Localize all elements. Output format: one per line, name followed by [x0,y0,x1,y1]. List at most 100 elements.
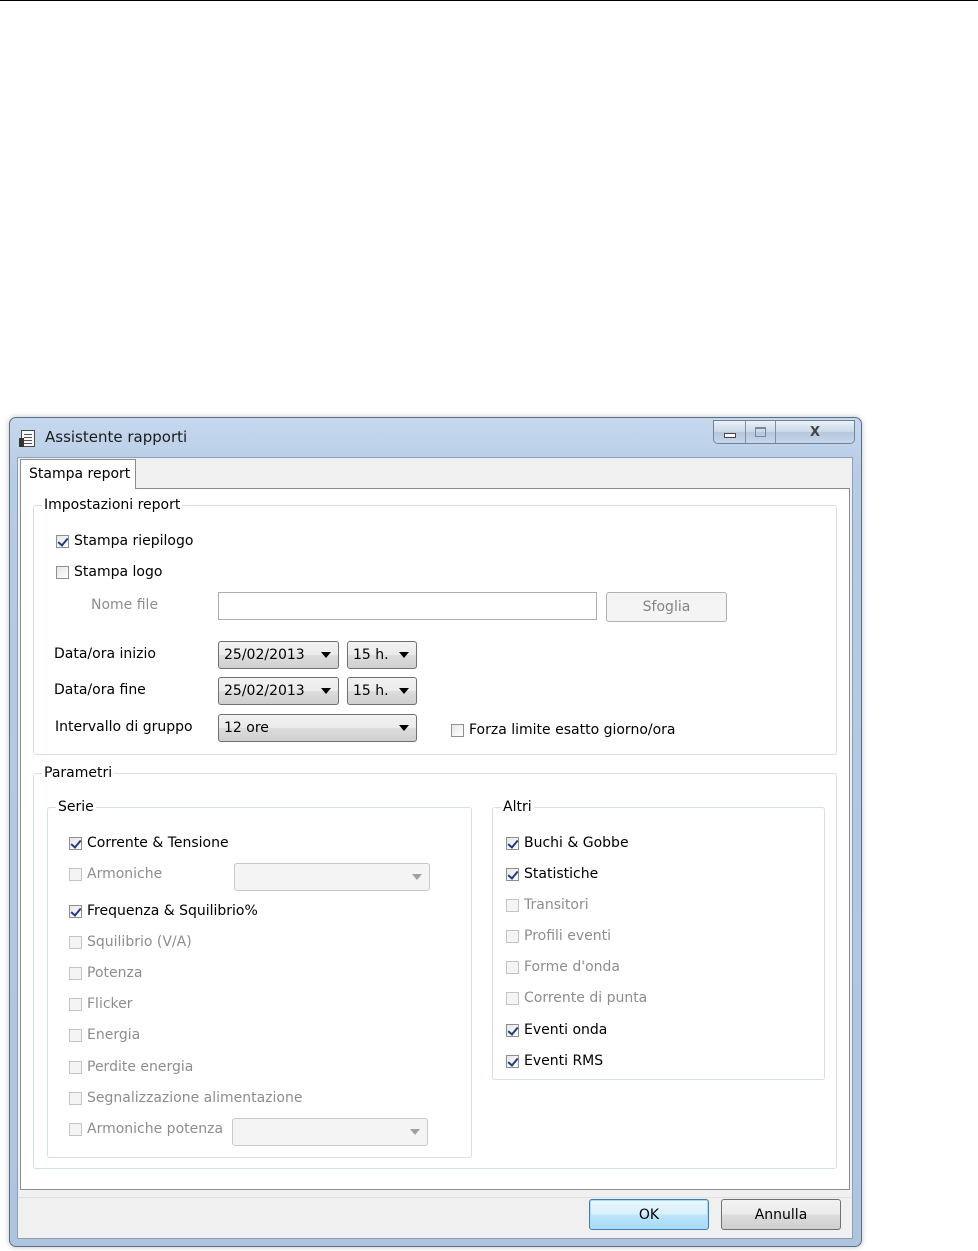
serie-item-corrente-tensione[interactable]: Corrente & Tensione [69,833,229,853]
nome-file-input[interactable] [218,592,597,620]
altri-item-statistiche[interactable]: Statistiche [506,864,598,884]
segnalizzazione-check-icon[interactable] [69,1091,82,1105]
serie-item-squilibrio-va[interactable]: Squilibrio (V/A) [69,932,192,952]
footer-divider [18,1197,852,1198]
potenza-label: Potenza [87,965,143,981]
group-legend-altri: Altri [501,798,534,816]
buchi-gobbe-check-icon[interactable] [506,836,519,850]
report-document-icon [19,430,35,447]
altri-item-profili-eventi[interactable]: Profili eventi [506,926,611,946]
data-inizio-hour-combo[interactable]: 15 h. [347,641,417,669]
buchi-gobbe-label: Buchi & Gobbe [524,835,629,851]
segnalizzazione-label: Segnalizzazione alimentazione [87,1090,303,1106]
altri-item-buchi-gobbe[interactable]: Buchi & Gobbe [506,833,629,853]
annulla-button[interactable]: Annulla [721,1199,841,1230]
serie-item-perdite-energia[interactable]: Perdite energia [69,1057,193,1077]
chevron-down-icon [399,688,409,694]
armoniche-potenza-label: Armoniche potenza [87,1121,224,1137]
group-impostazioni-report: Impostazioni report Stampa riepilogo Sta… [33,496,837,755]
flicker-check-icon[interactable] [69,997,82,1011]
minimize-button[interactable] [714,421,746,443]
forme-onda-check-icon[interactable] [506,960,519,974]
eventi-onda-label: Eventi onda [524,1022,608,1038]
armoniche-potenza-check-icon[interactable] [69,1122,82,1136]
stampa-riepilogo-label: Stampa riepilogo [74,533,194,549]
chevron-down-icon [410,1129,420,1135]
serie-item-potenza[interactable]: Potenza [69,963,142,983]
group-parametri: Parametri Serie Corrente & Tensione Armo… [33,764,837,1169]
corrente-tensione-label: Corrente & Tensione [87,835,229,851]
forme-onda-label: Forme d'onda [524,959,620,975]
window-client-area: Stampa report Impostazioni report Stampa… [17,457,853,1239]
transitori-label: Transitori [524,897,589,913]
serie-item-flicker[interactable]: Flicker [69,994,133,1014]
data-inizio-label: Data/ora inizio [54,646,156,662]
maximize-button[interactable] [746,421,776,443]
armoniche-check-icon[interactable] [69,867,82,881]
stampa-logo-check-icon[interactable] [56,565,69,579]
intervallo-gruppo-combo[interactable]: 12 ore [218,714,417,742]
forza-limite-label: Forza limite esatto giorno/ora [469,722,676,738]
window-title: Assistente rapporti [45,428,188,446]
energia-label: Energia [87,1027,141,1043]
statistiche-label: Statistiche [524,866,599,882]
group-altri: Altri Buchi & Gobbe Statistiche Transito… [492,798,825,1080]
perdite-energia-label: Perdite energia [87,1059,194,1075]
altri-item-corrente-punta[interactable]: Corrente di punta [506,988,647,1008]
serie-item-energia[interactable]: Energia [69,1025,140,1045]
stampa-logo-checkbox[interactable]: Stampa logo [56,562,162,582]
altri-item-transitori[interactable]: Transitori [506,895,589,915]
forza-limite-checkbox[interactable]: Forza limite esatto giorno/ora [451,720,676,740]
forza-limite-check-icon[interactable] [451,723,464,737]
profili-eventi-check-icon[interactable] [506,929,519,943]
intervallo-gruppo-value: 12 ore [224,720,269,736]
eventi-onda-check-icon[interactable] [506,1023,519,1037]
energia-check-icon[interactable] [69,1028,82,1042]
data-inizio-date-combo[interactable]: 25/02/2013 [218,641,339,669]
altri-item-eventi-rms[interactable]: Eventi RMS [506,1051,603,1071]
squilibrio-va-label: Squilibrio (V/A) [87,934,192,950]
close-button[interactable]: X [776,421,854,443]
maximize-icon [755,427,766,437]
group-legend-parametri: Parametri [42,764,115,782]
altri-item-eventi-onda[interactable]: Eventi onda [506,1020,607,1040]
profili-eventi-label: Profili eventi [524,928,612,944]
squilibrio-va-check-icon[interactable] [69,935,82,949]
eventi-rms-check-icon[interactable] [506,1054,519,1068]
statistiche-check-icon[interactable] [506,867,519,881]
potenza-check-icon[interactable] [69,966,82,980]
stampa-logo-label: Stampa logo [74,564,163,580]
frequenza-squilibrio-check-icon[interactable] [69,904,82,918]
chevron-down-icon [399,652,409,658]
stampa-riepilogo-check-icon[interactable] [56,534,69,548]
serie-item-segnalizzazione-alimentazione[interactable]: Segnalizzazione alimentazione [69,1088,302,1108]
transitori-check-icon[interactable] [506,898,519,912]
frequenza-squilibrio-label: Frequenza & Squilibrio% [87,903,258,919]
altri-item-forme-onda[interactable]: Forme d'onda [506,957,620,977]
group-legend-impostazioni: Impostazioni report [42,496,183,514]
tab-page-stampa-report: Impostazioni report Stampa riepilogo Sta… [20,488,850,1190]
armoniche-combo[interactable] [234,863,430,891]
corrente-punta-check-icon[interactable] [506,991,519,1005]
stampa-riepilogo-checkbox[interactable]: Stampa riepilogo [56,531,193,551]
sfoglia-button[interactable]: Sfoglia [606,592,727,622]
data-fine-date-value: 25/02/2013 [224,683,305,699]
minimize-icon [723,432,736,438]
nome-file-label: Nome file [91,597,159,613]
tab-stampa-report[interactable]: Stampa report [20,459,136,489]
serie-item-armoniche-potenza[interactable]: Armoniche potenza [69,1119,223,1139]
data-fine-label: Data/ora fine [54,682,146,698]
corrente-punta-label: Corrente di punta [524,990,648,1006]
data-fine-hour-combo[interactable]: 15 h. [347,677,417,705]
data-fine-date-combo[interactable]: 25/02/2013 [218,677,339,705]
serie-item-armoniche[interactable]: Armoniche [69,864,162,884]
eventi-rms-label: Eventi RMS [524,1053,604,1069]
perdite-energia-check-icon[interactable] [69,1060,82,1074]
group-serie: Serie Corrente & Tensione Armoniche Freq… [47,798,472,1158]
corrente-tensione-check-icon[interactable] [69,836,82,850]
chevron-down-icon [321,652,331,658]
armoniche-potenza-combo[interactable] [232,1118,428,1146]
serie-item-frequenza-squilibrio[interactable]: Frequenza & Squilibrio% [69,901,258,921]
top-divider-line [0,0,978,1]
ok-button[interactable]: OK [589,1199,709,1230]
